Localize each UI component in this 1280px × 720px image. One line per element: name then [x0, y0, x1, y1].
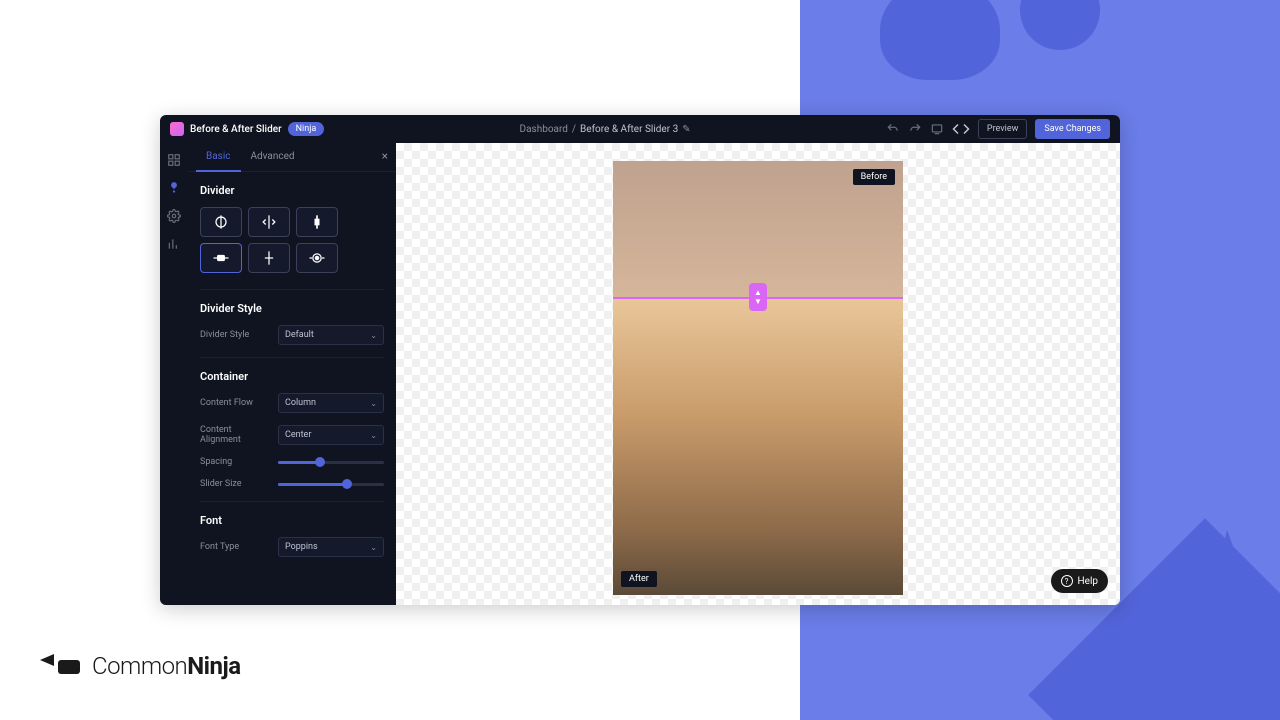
divider-style-section: Divider Style Divider Style Default⌄	[200, 289, 384, 345]
bg-shape	[1020, 0, 1100, 50]
rail-layout-icon[interactable]	[167, 153, 181, 167]
divider-style-label: Divider Style	[200, 330, 270, 340]
topbar-actions: Preview Save Changes	[886, 119, 1110, 139]
spacing-slider[interactable]	[278, 461, 384, 464]
breadcrumb: Dashboard / Before & After Slider 3 ✎	[324, 124, 886, 135]
breadcrumb-current[interactable]: Before & After Slider 3	[580, 124, 678, 135]
rail-design-icon[interactable]	[167, 181, 181, 195]
brand-footer: CommonNinja	[40, 652, 241, 680]
breadcrumb-root[interactable]: Dashboard	[520, 124, 568, 135]
sidebar-panel: Basic Advanced × Divider Divider Style	[188, 143, 396, 605]
container-title: Container	[200, 370, 384, 383]
icon-rail	[160, 143, 188, 605]
slider-size-label: Slider Size	[200, 479, 270, 489]
font-section: Font Font Type Poppins⌄	[200, 501, 384, 557]
device-icon[interactable]	[930, 122, 944, 136]
code-icon[interactable]	[952, 121, 970, 137]
help-button[interactable]: ? Help	[1051, 569, 1108, 593]
app-window: Before & After Slider Ninja Dashboard / …	[160, 115, 1120, 605]
content-flow-label: Content Flow	[200, 398, 270, 408]
divider-option-6[interactable]	[296, 243, 338, 273]
panel-tabs: Basic Advanced ×	[188, 143, 396, 172]
chevron-down-icon: ⌄	[370, 431, 377, 440]
font-type-label: Font Type	[200, 542, 270, 552]
chevron-down-icon: ⌄	[370, 331, 377, 340]
app-name: Before & After Slider	[190, 124, 282, 135]
app-body: Basic Advanced × Divider Divider Style	[160, 143, 1120, 605]
topbar-left: Before & After Slider Ninja	[170, 122, 324, 136]
preview-button[interactable]: Preview	[978, 119, 1027, 139]
redo-icon[interactable]	[908, 122, 922, 136]
arrow-down-icon: ▼	[754, 297, 762, 306]
after-label: After	[621, 571, 657, 587]
edit-name-icon[interactable]: ✎	[682, 124, 690, 135]
after-image	[613, 297, 903, 595]
content-flow-select[interactable]: Column⌄	[278, 393, 384, 413]
divider-option-5[interactable]	[248, 243, 290, 273]
help-icon: ?	[1061, 575, 1073, 587]
bg-shape	[880, 0, 1000, 80]
chevron-down-icon: ⌄	[370, 543, 377, 552]
undo-icon[interactable]	[886, 122, 900, 136]
container-section: Container Content Flow Column⌄ Content A…	[200, 357, 384, 489]
divider-option-2[interactable]	[248, 207, 290, 237]
before-label: Before	[853, 169, 895, 185]
breadcrumb-sep: /	[572, 124, 576, 135]
spacing-label: Spacing	[200, 457, 270, 467]
brand-text: CommonNinja	[92, 652, 241, 680]
canvas: ▲ ▼ Before After ? Help	[396, 143, 1120, 605]
brand-icon	[40, 654, 80, 678]
chevron-down-icon: ⌄	[370, 399, 377, 408]
before-after-preview[interactable]: ▲ ▼ Before After	[613, 161, 903, 595]
rail-settings-icon[interactable]	[167, 209, 181, 223]
help-label: Help	[1078, 576, 1098, 587]
tier-badge: Ninja	[288, 122, 325, 136]
tab-basic[interactable]: Basic	[196, 143, 241, 172]
divider-option-1[interactable]	[200, 207, 242, 237]
divider-style-select[interactable]: Default⌄	[278, 325, 384, 345]
topbar: Before & After Slider Ninja Dashboard / …	[160, 115, 1120, 143]
font-title: Font	[200, 514, 384, 527]
app-logo	[170, 122, 184, 136]
sidebar-content: Divider Divider Style Divider Style Defa…	[188, 172, 396, 581]
arrow-up-icon: ▲	[754, 288, 762, 297]
tab-advanced[interactable]: Advanced	[241, 143, 305, 171]
divider-style-title: Divider Style	[200, 302, 384, 315]
divider-option-4[interactable]	[200, 243, 242, 273]
save-button[interactable]: Save Changes	[1035, 119, 1110, 139]
close-icon[interactable]: ×	[382, 149, 388, 163]
content-align-label: Content Alignment	[200, 425, 270, 445]
divider-option-3[interactable]	[296, 207, 338, 237]
content-align-select[interactable]: Center⌄	[278, 425, 384, 445]
font-type-select[interactable]: Poppins⌄	[278, 537, 384, 557]
slider-size-slider[interactable]	[278, 483, 384, 486]
rail-analytics-icon[interactable]	[167, 237, 181, 251]
divider-grid	[200, 207, 384, 273]
divider-section-title: Divider	[200, 184, 384, 197]
divider-handle[interactable]: ▲ ▼	[749, 283, 767, 311]
